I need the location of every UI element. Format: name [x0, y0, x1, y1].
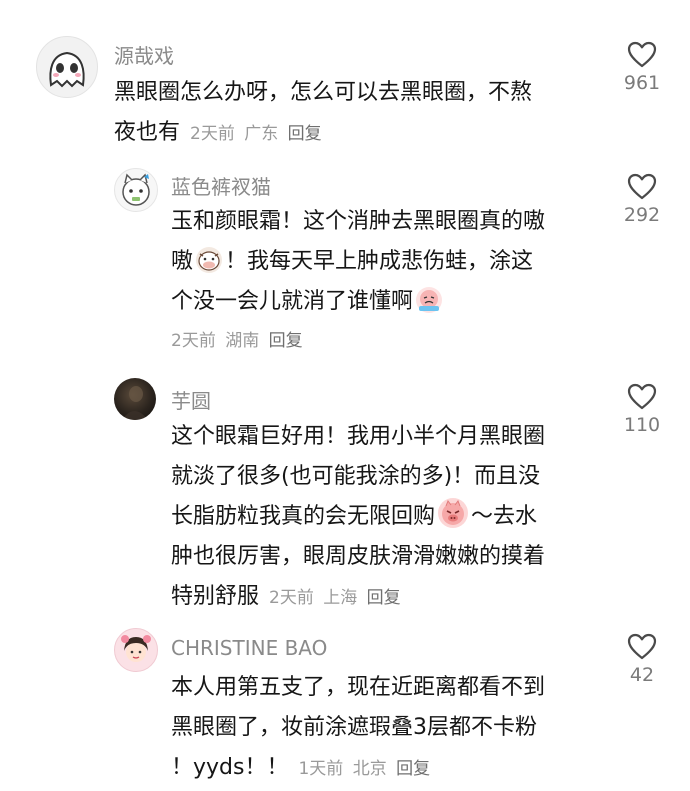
heart-outline-icon[interactable] — [627, 633, 657, 660]
crying-emoji-icon — [419, 290, 440, 311]
comment-line: 特别舒服 2天前 上海 回复 — [171, 577, 621, 618]
comment-item: 源哉戏 黑眼圈怎么办呀，怎么可以去黑眼圈，不熬 夜也有 2天前 广东 回复 961 — [0, 0, 690, 160]
like-count: 292 — [623, 204, 661, 226]
comment-time: 2天前 — [190, 124, 235, 144]
comment-text: 玉和颜眼霜！这个消肿去黑眼圈真的嗷 嗷 ！我每天早上肿成悲伤蛙，涂这 个没一会儿… — [171, 202, 621, 356]
heart-outline-icon[interactable] — [627, 383, 657, 410]
like-count: 42 — [629, 664, 655, 686]
comment-line-text: 嗷 — [171, 249, 194, 274]
comment-line-text: 夜也有 — [114, 120, 181, 145]
like-button[interactable]: 292 — [614, 173, 670, 226]
username[interactable]: 源哉戏 — [114, 40, 174, 69]
comment-line-text: ！我每天早上肿成悲伤蛙，涂这 — [225, 249, 534, 274]
cow-emoji-icon — [198, 251, 220, 271]
comment-line: 玉和颜眼霜！这个消肿去黑眼圈真的嗷 — [171, 209, 546, 234]
comment-line-text: ！yyds！！ — [171, 755, 289, 780]
crying-emoji — [416, 287, 443, 313]
comment-time: 2天前 — [269, 588, 314, 608]
comment-location: 湖南 — [225, 331, 260, 351]
comment-line: 本人用第五支了，现在近距离都看不到 — [171, 675, 546, 700]
comment-line: ！yyds！！ 1天前 北京 回复 — [171, 748, 621, 789]
cow-emoji — [196, 247, 223, 273]
comment-line: 长脂肪粒我真的会无限回购 ～去水 — [171, 497, 621, 537]
comment-location: 北京 — [352, 759, 387, 779]
avatar[interactable] — [114, 628, 158, 672]
like-button[interactable]: 961 — [614, 41, 670, 94]
comment-line: 嗷 ！我每天早上肿成悲伤蛙，涂这 — [171, 242, 621, 282]
comment-item: 芋圆 这个眼霜巨好用！我用小半个月黑眼圈 就淡了很多(也可能我涂的多)！而且没 … — [0, 370, 690, 620]
avatar[interactable] — [36, 36, 98, 98]
comment-line: 肿也很厉害，眼周皮肤滑滑嫩嫩的摸着 — [171, 544, 546, 569]
comment-item: 蓝色裤衩猫 玉和颜眼霜！这个消肿去黑眼圈真的嗷 嗷 ！我每天早上肿成悲伤蛙，涂这… — [0, 160, 690, 370]
comment-line-text: ～去水 — [471, 504, 538, 529]
comment-line: 个没一会儿就消了谁懂啊 — [171, 282, 621, 322]
comment-line: 黑眼圈了，妆前涂遮瑕叠3层都不卡粉 — [171, 715, 537, 740]
username[interactable]: 蓝色裤衩猫 — [171, 171, 271, 200]
reply-button[interactable]: 回复 — [396, 759, 430, 779]
comment-line: 就淡了很多(也可能我涂的多)！而且没 — [171, 464, 541, 489]
cat-avatar-icon — [122, 173, 150, 206]
like-count: 110 — [623, 414, 661, 436]
comment-line: 这个眼霜巨好用！我用小半个月黑眼圈 — [171, 424, 546, 449]
comment-line: 黑眼圈怎么办呀，怎么可以去黑眼圈，不熬 — [114, 80, 533, 105]
comment-line-text: 特别舒服 — [171, 584, 260, 609]
angry-pig-emoji — [438, 498, 469, 528]
username[interactable]: CHRISTINE BAO — [171, 636, 327, 660]
comment-line-text: 个没一会儿就消了谁懂啊 — [171, 289, 414, 314]
comment-text: 这个眼霜巨好用！我用小半个月黑眼圈 就淡了很多(也可能我涂的多)！而且没 长脂肪… — [171, 417, 621, 618]
comment-item: CHRISTINE BAO 本人用第五支了，现在近距离都看不到 黑眼圈了，妆前涂… — [0, 620, 690, 791]
like-count: 961 — [623, 72, 661, 94]
avatar[interactable] — [114, 168, 158, 212]
ghost-avatar-icon — [49, 51, 85, 88]
portrait-avatar-icon — [122, 386, 148, 420]
comment-location: 上海 — [323, 588, 358, 608]
reply-button[interactable]: 回复 — [288, 124, 322, 144]
comment-time: 2天前 — [171, 331, 216, 351]
comment-text: 本人用第五支了，现在近距离都看不到 黑眼圈了，妆前涂遮瑕叠3层都不卡粉 ！yyd… — [171, 668, 621, 789]
comment-meta: 2天前 湖南 回复 — [171, 326, 621, 356]
comment-line-text: 长脂肪粒我真的会无限回购 — [171, 504, 436, 529]
comment-text: 黑眼圈怎么办呀，怎么可以去黑眼圈，不熬 夜也有 2天前 广东 回复 — [114, 73, 614, 154]
like-button[interactable]: 42 — [614, 633, 670, 686]
username[interactable]: 芋圆 — [171, 385, 211, 414]
heart-outline-icon[interactable] — [627, 41, 657, 68]
comment-meta: 2天前 上海 回复 — [269, 588, 405, 608]
like-button[interactable]: 110 — [614, 383, 670, 436]
comment-location: 广东 — [244, 124, 279, 144]
reply-button[interactable]: 回复 — [367, 588, 401, 608]
reply-button[interactable]: 回复 — [269, 331, 303, 351]
heart-outline-icon[interactable] — [627, 173, 657, 200]
comment-time: 1天前 — [298, 759, 344, 779]
comment-meta: 1天前 北京 回复 — [298, 759, 434, 779]
girl-avatar-icon — [121, 635, 151, 662]
avatar[interactable] — [114, 378, 156, 420]
comment-line: 夜也有 2天前 广东 回复 — [114, 113, 614, 154]
angry-pig-emoji-icon — [442, 499, 465, 525]
comment-meta: 2天前 广东 回复 — [190, 124, 326, 144]
